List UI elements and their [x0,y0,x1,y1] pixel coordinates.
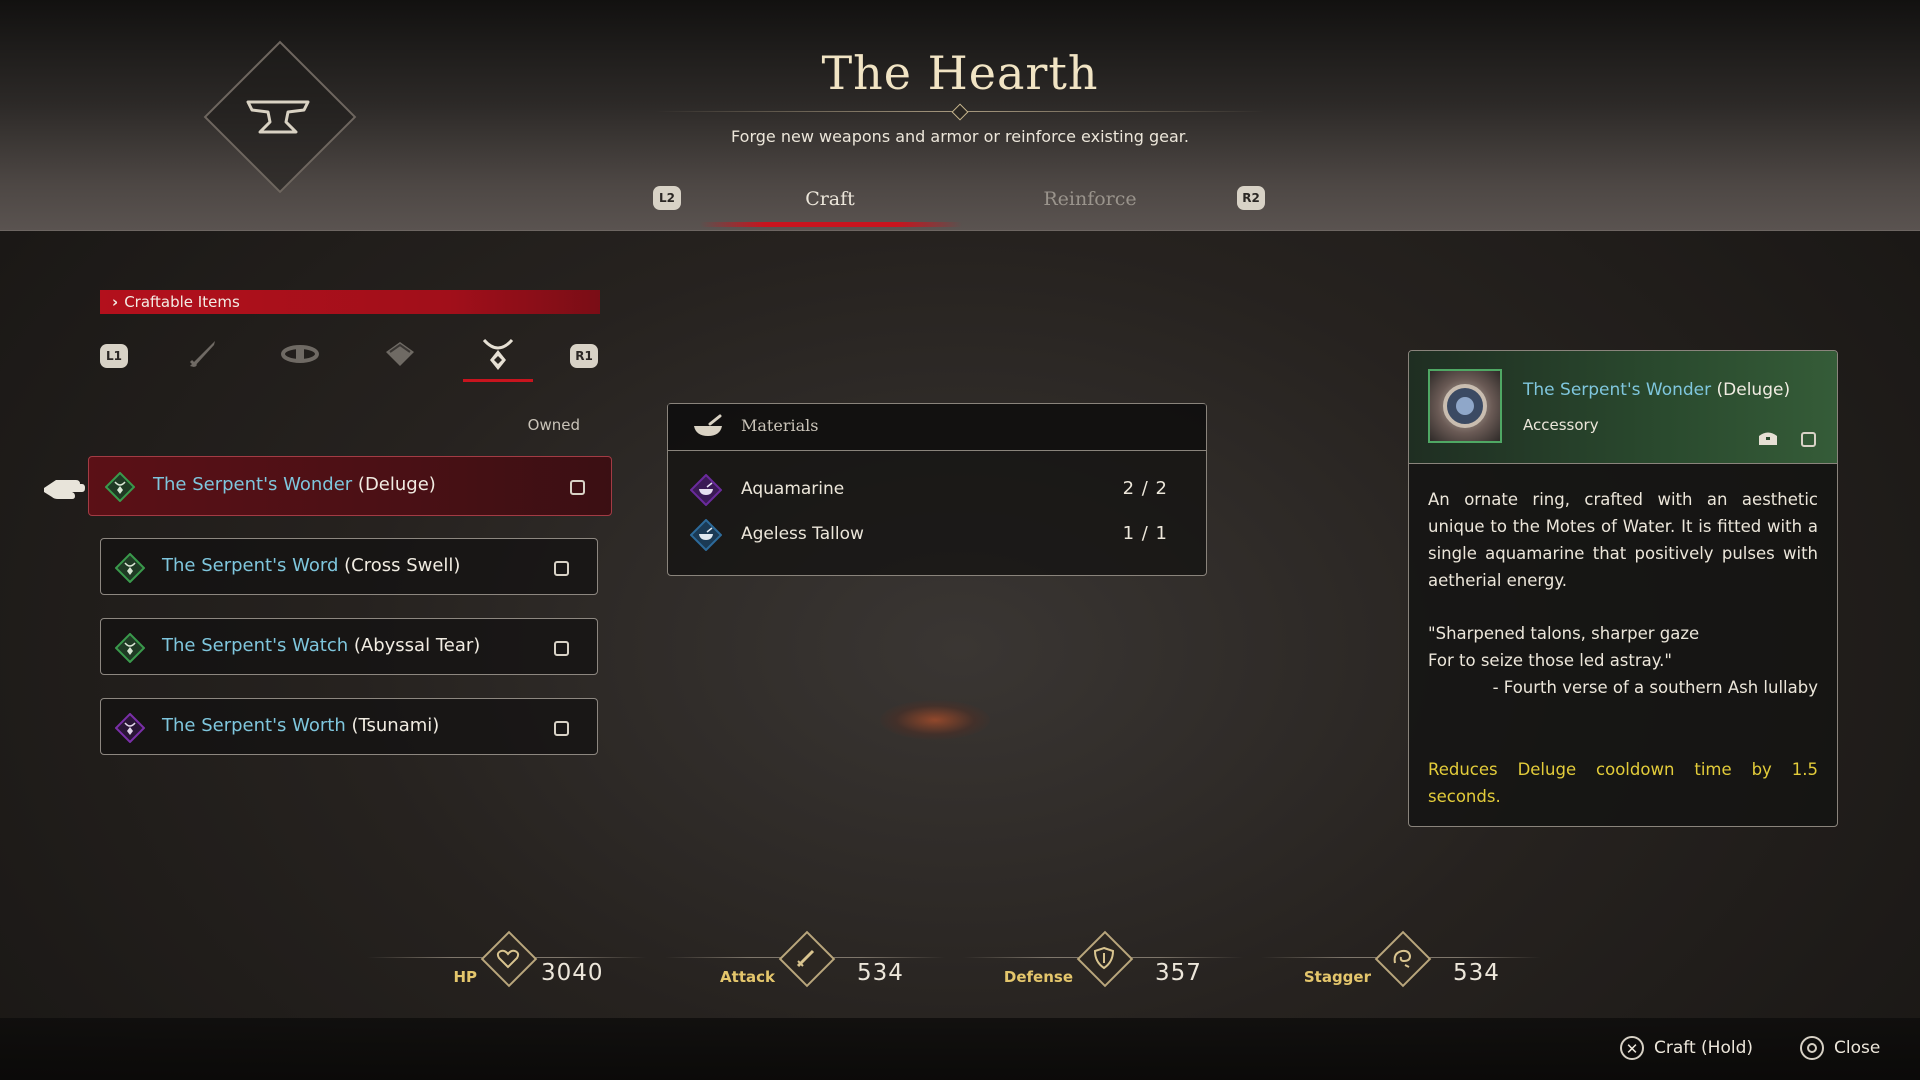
owned-indicator [1801,432,1816,447]
stat-attack: Attack 534 [665,930,945,990]
stat-label: Defense [1003,968,1073,986]
detail-item-variant: (Deluge) [1716,380,1791,400]
item-label: The Serpent's Wonder (Deluge) [153,474,436,495]
green-gem-icon [105,472,135,502]
material-row-ageless-tallow: Ageless Tallow 1 / 1 [668,515,1208,555]
shield-icon [1093,946,1115,970]
hand-pointer-icon [44,480,85,499]
l1-button-badge[interactable]: L1 [100,344,128,368]
materials-panel: Materials Aquamarine 2 / 2 Ageless Tallo… [667,403,1207,576]
forge-glow [880,700,990,740]
craftable-items-header: › Craftable Items [100,290,600,314]
detail-quote: "Sharpened talons, sharper gaze For to s… [1428,620,1818,701]
owned-indicator [554,561,569,576]
item-variant: (Deluge) [357,474,436,495]
active-category-underline [463,379,533,382]
item-label: The Serpent's Word (Cross Swell) [162,555,460,576]
stat-value: 357 [1155,960,1202,986]
tab-reinforce[interactable]: Reinforce [990,188,1190,210]
armlet-icon[interactable] [380,334,420,374]
item-variant: (Cross Swell) [344,555,461,576]
r2-button-badge[interactable]: R2 [1237,186,1265,210]
material-name: Ageless Tallow [741,524,864,544]
heart-icon [496,949,520,969]
detail-item-title: The Serpent's Wonder (Deluge) [1523,380,1790,400]
close-prompt[interactable]: Close [1800,1036,1880,1060]
quote-line: For to seize those led astray." [1428,651,1673,670]
page-title: The Hearth [821,46,1099,100]
item-detail-header: The Serpent's Wonder (Deluge) Accessory [1409,351,1837,464]
materials-title: Materials [741,416,819,435]
active-tab-underline [700,222,962,227]
detail-description: An ornate ring, crafted with an aestheti… [1428,490,1818,590]
stat-label: HP [453,968,477,986]
owned-indicator [554,721,569,736]
quote-attribution: - Fourth verse of a southern Ash lullaby [1492,678,1818,697]
tab-craft[interactable]: Craft [730,188,930,210]
stat-label: Stagger [1303,968,1371,986]
green-gem-icon [115,633,145,663]
owned-indicator [570,480,585,495]
detail-item-type: Accessory [1523,416,1599,434]
ring-thumbnail-icon [1428,369,1502,443]
circle-button-icon [1800,1036,1824,1060]
owned-indicator [554,641,569,656]
accessory-icon[interactable] [478,334,518,374]
l2-button-badge[interactable]: L2 [653,186,681,210]
sword-icon [796,949,815,968]
cross-button-icon: ✕ [1620,1036,1644,1060]
craft-item-serpents-worth[interactable]: The Serpent's Worth (Tsunami) [100,698,598,755]
stat-label: Attack [720,968,775,986]
item-name: The Serpent's Wonder [153,474,353,495]
owned-column-label: Owned [527,416,580,434]
material-name: Aquamarine [741,479,845,499]
item-label: The Serpent's Watch (Abyssal Tear) [162,635,480,656]
r1-button-badge[interactable]: R1 [570,344,598,368]
stat-value: 534 [857,960,904,986]
stat-value: 534 [1453,960,1500,986]
item-variant: (Tsunami) [351,715,440,736]
quote-line: "Sharpened talons, sharper gaze [1428,624,1700,643]
purple-gem-icon [690,474,722,506]
stat-defense: Defense 357 [963,930,1243,990]
stat-stagger: Stagger 534 [1261,930,1541,990]
belt-icon[interactable] [280,334,320,374]
sword-icon[interactable] [182,334,222,374]
stat-value: 3040 [541,960,604,986]
craft-item-serpents-watch[interactable]: The Serpent's Watch (Abyssal Tear) [100,618,598,675]
material-count: 2 / 2 [1122,478,1168,499]
item-variant: (Abyssal Tear) [353,635,481,656]
stat-hp: HP 3040 [367,930,647,990]
item-name: The Serpent's Watch [162,635,349,656]
blue-gem-icon [690,519,722,551]
item-detail-panel: The Serpent's Wonder (Deluge) Accessory … [1408,350,1838,827]
page-subtitle: Forge new weapons and armor or reinforce… [731,127,1189,146]
craft-hold-prompt[interactable]: ✕ Craft (Hold) [1620,1036,1753,1060]
item-name: The Serpent's Word [162,555,339,576]
purple-gem-icon [115,713,145,743]
green-gem-icon [115,553,145,583]
craft-item-serpents-wonder[interactable]: The Serpent's Wonder (Deluge) [88,456,612,516]
item-name: The Serpent's Worth [162,715,346,736]
stagger-icon [1393,949,1412,968]
craftable-items-label: Craftable Items [124,293,240,311]
craft-hold-label: Craft (Hold) [1654,1038,1753,1058]
close-label: Close [1834,1038,1881,1058]
materials-header: Materials [668,404,1206,451]
chevron-right-icon: › [112,293,119,311]
material-count: 1 / 1 [1122,523,1168,544]
detail-effect: Reduces Deluge cooldown time by 1.5 seco… [1428,760,1818,806]
chest-icon [1759,432,1777,445]
craft-item-serpents-word[interactable]: The Serpent's Word (Cross Swell) [100,538,598,595]
item-label: The Serpent's Worth (Tsunami) [162,715,439,736]
detail-item-name: The Serpent's Wonder [1523,380,1712,400]
mortar-bowl-icon [694,414,722,436]
material-row-aquamarine: Aquamarine 2 / 2 [668,470,1208,510]
